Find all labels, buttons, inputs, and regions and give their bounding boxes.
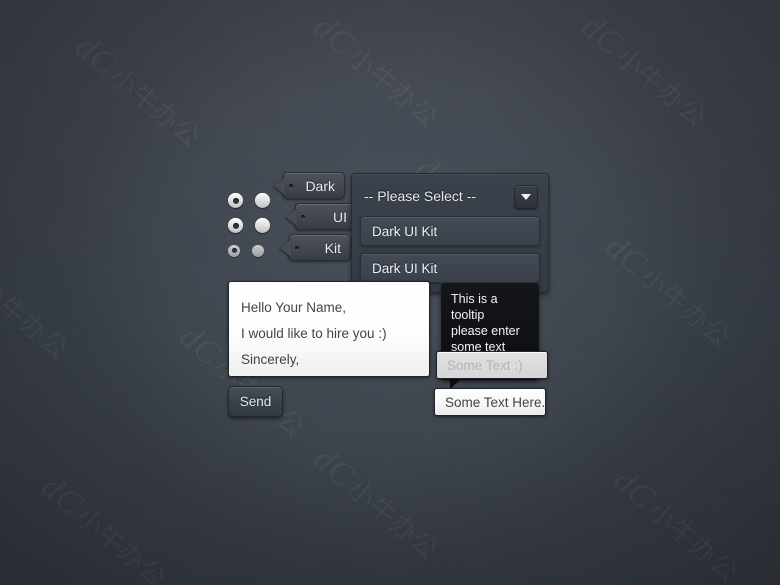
watermark-text: 小牛办公 <box>633 261 736 355</box>
tag-label: Dark <box>305 177 335 194</box>
tag-button-ui[interactable]: UI <box>295 203 357 230</box>
select-dropdown[interactable]: -- Please Select -- Dark UI Kit Dark UI … <box>351 173 549 293</box>
tag-button-dark[interactable]: Dark <box>283 172 345 199</box>
tag-button-list: Dark UI Kit <box>283 172 357 265</box>
watermark-logo: dC <box>598 228 654 284</box>
select-selected-label: -- Please Select -- <box>364 187 477 204</box>
chevron-down-icon[interactable] <box>514 184 538 209</box>
watermark: dC小牛办公 <box>306 440 448 568</box>
watermark-text: 小牛办公 <box>103 61 206 155</box>
watermark-text: 小牛办公 <box>341 41 444 135</box>
radio-selected[interactable] <box>228 218 243 233</box>
message-line: Sincerely, <box>241 352 300 367</box>
disabled-text-input: Some Text :) <box>436 351 548 379</box>
watermark: dC小牛办公 <box>606 462 748 585</box>
watermark: dC小牛办公 <box>598 228 740 356</box>
radio-unselected-disabled <box>252 244 264 257</box>
select-option[interactable]: Dark UI Kit <box>360 216 540 246</box>
radio-row-2 <box>228 213 270 238</box>
watermark-logo: dC <box>574 8 630 64</box>
text-input-value: Some Text Here. <box>445 394 546 410</box>
radio-unselected[interactable] <box>255 193 270 208</box>
send-button[interactable]: Send <box>228 386 283 417</box>
radio-selected[interactable] <box>228 193 243 208</box>
message-line: Hello Your Name, <box>241 300 347 315</box>
tag-label: UI <box>333 208 347 225</box>
tag-button-kit[interactable]: Kit <box>289 234 351 261</box>
message-textarea[interactable]: Hello Your Name, I would like to hire yo… <box>228 281 430 377</box>
watermark-text: 小牛办公 <box>609 41 712 135</box>
radio-row-3-disabled <box>228 238 270 263</box>
watermark-text: 小牛办公 <box>341 473 444 567</box>
text-input[interactable]: Some Text Here. <box>434 388 546 416</box>
watermark: dC小牛办公 <box>574 8 716 136</box>
tooltip-line: please enter <box>451 324 520 338</box>
select-option[interactable]: Dark UI Kit <box>360 253 540 283</box>
disabled-input-placeholder: Some Text :) <box>447 357 523 373</box>
select-trigger[interactable]: -- Please Select -- <box>360 182 540 209</box>
watermark: dC小牛办公 <box>68 28 210 156</box>
watermark-logo: dC <box>606 462 662 518</box>
watermark-logo: dC <box>172 318 228 374</box>
message-line: I would like to hire you :) <box>241 326 387 341</box>
radio-row-1 <box>228 188 270 213</box>
watermark-text: 小牛办公 <box>69 501 172 585</box>
select-option-label: Dark UI Kit <box>372 223 438 239</box>
watermark-logo: dC <box>306 8 362 64</box>
select-option-label: Dark UI Kit <box>372 260 438 276</box>
watermark: dC小牛办公 <box>0 240 78 368</box>
radio-button-group <box>228 188 270 263</box>
radio-unselected[interactable] <box>255 218 270 233</box>
tag-label: Kit <box>324 239 341 256</box>
radio-selected-disabled <box>228 244 240 257</box>
watermark-text: 小牛办公 <box>641 495 744 585</box>
watermark-logo: dC <box>306 440 362 496</box>
watermark-logo: dC <box>34 468 90 524</box>
watermark: dC小牛办公 <box>34 468 176 585</box>
send-button-label: Send <box>239 394 272 409</box>
app-background: dC小牛办公 dC小牛办公 dC小牛办公 dC小牛办公 dC小牛办公 dC小牛办… <box>0 0 780 585</box>
watermark-text: 小牛办公 <box>0 273 74 367</box>
watermark-logo: dC <box>68 28 124 84</box>
watermark: dC小牛办公 <box>306 8 448 136</box>
tag-hole-icon <box>289 183 293 188</box>
tag-hole-icon <box>295 245 299 250</box>
tag-hole-icon <box>301 214 305 219</box>
tooltip-line: This is a tooltip <box>451 292 498 322</box>
